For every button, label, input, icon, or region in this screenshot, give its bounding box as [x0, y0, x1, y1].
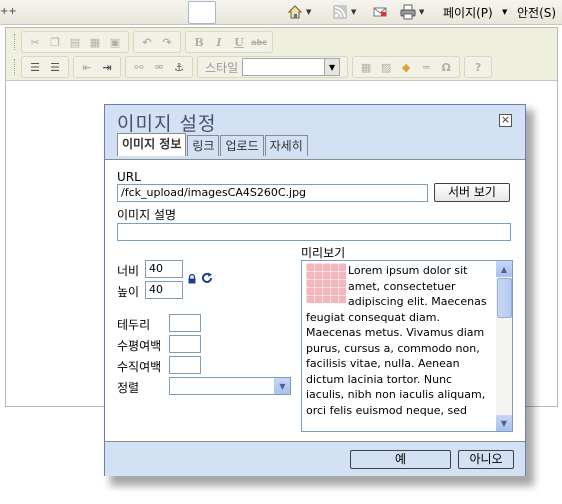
- list-group: ☰ ☰: [21, 56, 69, 78]
- tab-upload[interactable]: 업로드: [220, 135, 264, 156]
- page-menu[interactable]: 페이지(P): [443, 4, 493, 21]
- clipboard-group: ✂ ❐ ▤ ▦ ▣: [21, 31, 129, 53]
- printer-icon: [400, 4, 416, 20]
- indent-icon[interactable]: ⇥: [98, 59, 116, 75]
- preview-pane[interactable]: Lorem ipsum dolor sit amet, consectetuer…: [301, 260, 513, 432]
- hspace-label: 수평여백: [117, 339, 162, 353]
- alt-text-field[interactable]: [117, 223, 511, 241]
- editor-toolbar: ✂ ❐ ▤ ▦ ▣ ↶ ↷ B I U abc ☰ ☰ ⇤ ⇥ ⚯ ⚮ ⚓ 스타…: [6, 28, 557, 81]
- mail-icon: [373, 7, 387, 17]
- horizontal-rule-icon[interactable]: ═: [417, 59, 435, 75]
- chevron-down-icon[interactable]: ▼: [274, 378, 290, 394]
- cancel-button[interactable]: 아니오: [458, 450, 514, 469]
- flash-icon[interactable]: ◆: [397, 59, 415, 75]
- style-label: 스타일: [205, 60, 239, 75]
- image-icon[interactable]: ▨: [377, 59, 395, 75]
- height-label: 높이: [117, 285, 140, 299]
- home-icon: [287, 5, 303, 19]
- browser-bar-fragment: ++: [0, 6, 17, 17]
- table-icon[interactable]: ▦: [357, 59, 375, 75]
- bulleted-list-icon[interactable]: ☰: [46, 59, 64, 75]
- chevron-down-icon[interactable]: ▼: [351, 8, 356, 16]
- insert-group: ▦ ▨ ◆ ═ Ω: [352, 56, 461, 78]
- help-group: ?: [464, 56, 493, 78]
- feeds-button[interactable]: ▼: [332, 3, 356, 21]
- toolbar-row-2: ☰ ☰ ⇤ ⇥ ⚯ ⚮ ⚓ 스타일 ▼ ▦ ▨ ◆ ═ Ω ?: [14, 56, 496, 78]
- dialog-body: URL /fck_upload/imagesCA4S260C.jpg 서버 보기…: [105, 159, 525, 442]
- ok-button[interactable]: 예: [350, 450, 451, 469]
- browser-command-bar: ++ ▼ ▼ ▼ 페이지(P) ▼ 안전(S): [0, 0, 562, 25]
- scroll-down-icon[interactable]: ▼: [496, 415, 512, 431]
- history-group: ↶ ↷: [133, 31, 181, 53]
- scroll-up-icon[interactable]: ▲: [496, 261, 512, 277]
- home-button[interactable]: ▼: [287, 3, 311, 21]
- alt-text-label: 이미지 설명: [117, 208, 177, 222]
- width-label: 너비: [117, 264, 140, 278]
- reset-size-icon[interactable]: [201, 272, 213, 284]
- tab-link[interactable]: 링크: [187, 135, 220, 156]
- url-field[interactable]: /fck_upload/imagesCA4S260C.jpg: [117, 184, 428, 202]
- toolbar-grip[interactable]: [14, 59, 18, 75]
- preview-content: Lorem ipsum dolor sit amet, consectetuer…: [306, 263, 492, 418]
- hspace-field[interactable]: [169, 335, 201, 353]
- anchor-icon[interactable]: ⚓: [170, 59, 188, 75]
- chevron-down-icon[interactable]: ▼: [419, 8, 424, 16]
- outdent-icon[interactable]: ⇤: [78, 59, 96, 75]
- dialog-footer: 예 아니오: [105, 441, 525, 476]
- dialog-header[interactable]: 이미지 설정 × 이미지 정보 링크 업로드 자세히: [105, 105, 525, 159]
- border-label: 테두리: [117, 318, 151, 332]
- tab-advanced[interactable]: 자세히: [264, 135, 308, 156]
- vspace-label: 수직여백: [117, 360, 162, 374]
- address-box-edge[interactable]: [188, 1, 216, 24]
- preview-image: [306, 263, 346, 303]
- paste-word-icon[interactable]: ▣: [106, 34, 124, 50]
- dialog-tabs: 이미지 정보 링크 업로드 자세히: [117, 133, 309, 156]
- image-properties-dialog: 이미지 설정 × 이미지 정보 링크 업로드 자세히 URL /fck_uplo…: [104, 104, 526, 476]
- special-char-icon[interactable]: Ω: [437, 59, 455, 75]
- border-field[interactable]: [169, 314, 201, 332]
- style-select[interactable]: ▼: [242, 58, 341, 76]
- paste-icon[interactable]: ▤: [66, 34, 84, 50]
- bold-icon[interactable]: B: [190, 34, 208, 50]
- safety-menu[interactable]: 안전(S): [517, 4, 556, 21]
- height-field[interactable]: 40: [145, 281, 183, 299]
- chevron-down-icon[interactable]: ▼: [502, 8, 507, 16]
- vspace-field[interactable]: [169, 356, 201, 374]
- format-group: B I U abc: [185, 31, 273, 53]
- style-group: 스타일 ▼: [197, 56, 349, 78]
- print-button[interactable]: ▼: [400, 3, 424, 21]
- scrollbar-thumb[interactable]: [497, 278, 512, 318]
- toolbar-row-1: ✂ ❐ ▤ ▦ ▣ ↶ ↷ B I U abc: [14, 31, 277, 53]
- indent-group: ⇤ ⇥: [73, 56, 121, 78]
- numbered-list-icon[interactable]: ☰: [26, 59, 44, 75]
- underline-icon[interactable]: U: [230, 34, 248, 50]
- strikethrough-icon[interactable]: abc: [250, 34, 268, 50]
- rss-feed-icon: [333, 5, 347, 19]
- paste-text-icon[interactable]: ▦: [86, 34, 104, 50]
- dialog-title: 이미지 설정: [117, 113, 217, 135]
- link-group: ⚯ ⚮ ⚓: [125, 56, 193, 78]
- unlink-icon[interactable]: ⚮: [150, 59, 168, 75]
- copy-icon[interactable]: ❐: [46, 34, 64, 50]
- italic-icon[interactable]: I: [210, 34, 228, 50]
- redo-icon[interactable]: ↷: [158, 34, 176, 50]
- toolbar-grip[interactable]: [14, 34, 18, 50]
- about-icon[interactable]: ?: [469, 59, 487, 75]
- mail-button[interactable]: [372, 3, 388, 21]
- browse-server-button[interactable]: 서버 보기: [434, 183, 510, 202]
- close-icon[interactable]: ×: [499, 114, 512, 127]
- link-icon[interactable]: ⚯: [130, 59, 148, 75]
- undo-icon[interactable]: ↶: [138, 34, 156, 50]
- tab-image-info[interactable]: 이미지 정보: [117, 133, 187, 156]
- chevron-down-icon[interactable]: ▼: [306, 8, 311, 16]
- width-field[interactable]: 40: [145, 260, 183, 278]
- url-label: URL: [117, 170, 141, 184]
- preview-label: 미리보기: [301, 246, 346, 260]
- align-select[interactable]: ▼: [169, 377, 291, 395]
- chevron-down-icon[interactable]: ▼: [324, 59, 340, 75]
- cut-icon[interactable]: ✂: [26, 34, 44, 50]
- preview-scrollbar[interactable]: ▲ ▼: [496, 261, 512, 431]
- align-label: 정렬: [117, 381, 140, 395]
- lock-ratio-icon[interactable]: [187, 274, 197, 284]
